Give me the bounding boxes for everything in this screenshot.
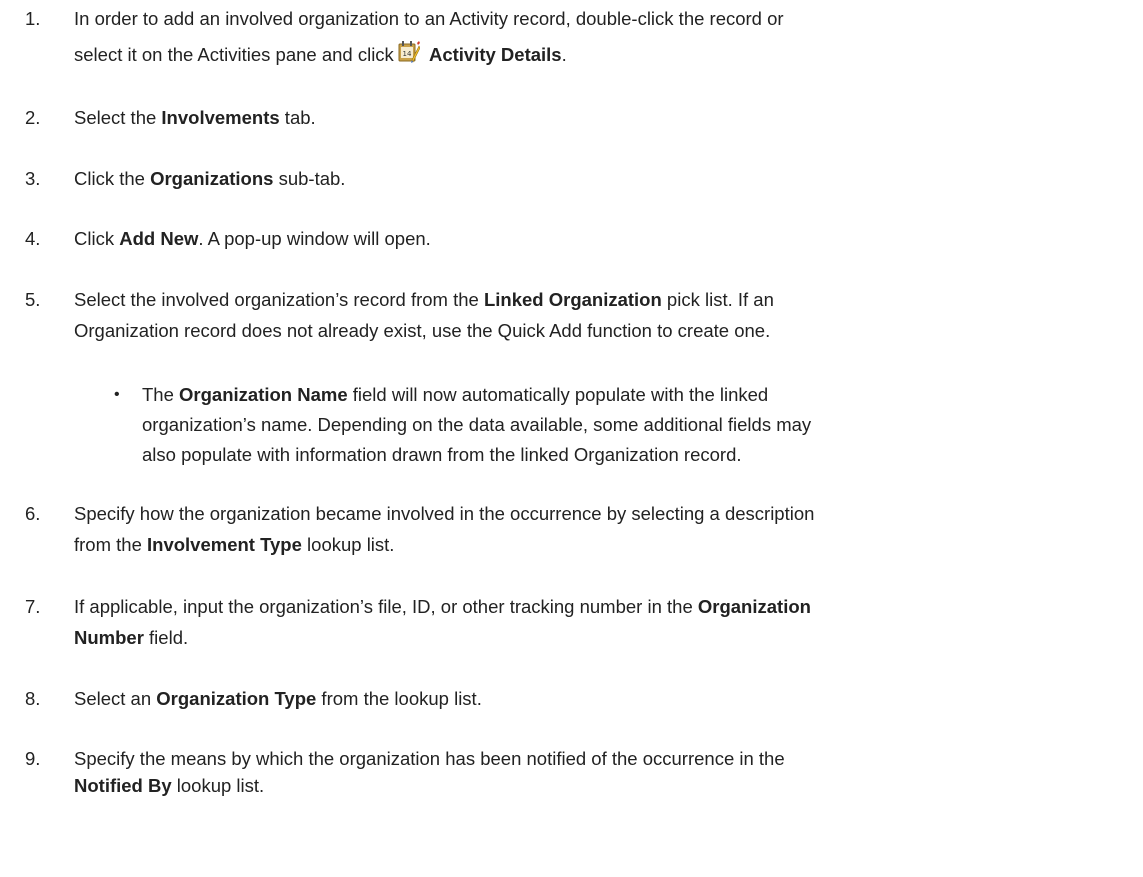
step-text-span: Organization record does not already exi… <box>74 320 771 341</box>
step-line: Select an Organization Type from the loo… <box>74 685 1139 713</box>
step-number: 5. <box>25 289 41 310</box>
step-number: 7. <box>25 596 41 617</box>
step-number: 3. <box>25 168 41 189</box>
step-line: Organization record does not already exi… <box>74 317 1139 345</box>
step-text-span: Select the <box>74 107 162 128</box>
step-text-span: lookup list. <box>301 534 395 555</box>
step-line: In order to add an involved organization… <box>74 5 1139 33</box>
bold-term: Involvements <box>161 107 280 128</box>
step-text-span: tab. <box>279 107 316 128</box>
bold-term: Organization Name <box>179 384 348 405</box>
step-text: Select the involved organization’s recor… <box>74 286 1139 345</box>
step-text: Select the Involvements tab. <box>74 104 1139 132</box>
step-line: select it on the Activities pane and cli… <box>74 40 1139 69</box>
bullet-text-span: The <box>142 384 180 405</box>
step-text: Select an Organization Type from the loo… <box>74 685 1139 713</box>
bullet-line: organization’s name. Depending on the da… <box>142 410 1132 440</box>
bold-term: Involvement Type <box>147 534 302 555</box>
step-number: 6. <box>25 503 41 524</box>
step-line: from the Involvement Type lookup list. <box>74 531 1139 559</box>
bullet-dot: • <box>114 386 120 403</box>
bullet-line: also populate with information drawn fro… <box>142 440 1132 470</box>
bold-term: Activity Details <box>428 44 562 65</box>
step-text-span: lookup list. <box>171 775 265 796</box>
step-text-span: Click the <box>74 168 151 189</box>
step-text: Specify the means by which the organizat… <box>74 745 1139 800</box>
step-text-span: sub-tab. <box>273 168 346 189</box>
bullet-line: The Organization Name field will now aut… <box>142 380 1132 410</box>
step-text: Click the Organizations sub-tab. <box>74 165 1139 193</box>
step-text-span: Select an <box>74 688 157 709</box>
step-text-span: from the <box>74 534 147 555</box>
step-line: Click the Organizations sub-tab. <box>74 165 1139 193</box>
bullet-text-span: field will now automatically populate wi… <box>347 384 769 405</box>
step-number: 2. <box>25 107 41 128</box>
bold-term: Notified By <box>74 775 172 796</box>
bold-term: Organizations <box>150 168 274 189</box>
step-text-span: Click <box>74 228 120 249</box>
bold-term: Add New <box>119 228 199 249</box>
step-text-span: Select the involved organization’s recor… <box>74 289 484 310</box>
bold-term: Organization Type <box>156 688 317 709</box>
step-text-span: select it on the Activities pane and cli… <box>74 44 394 65</box>
calendar-pencil-icon: 14 <box>398 40 420 64</box>
step-line: Select the involved organization’s recor… <box>74 286 1139 314</box>
svg-text:14: 14 <box>402 50 411 58</box>
bold-term: Number <box>74 627 144 648</box>
step-line: Specify the means by which the organizat… <box>74 745 1139 773</box>
step-line: Notified By lookup list. <box>74 772 1139 800</box>
step-text: In order to add an involved organization… <box>74 5 1139 69</box>
step-text-span: If applicable, input the organization’s … <box>74 596 698 617</box>
step-line: Select the Involvements tab. <box>74 104 1139 132</box>
bullet-text: The Organization Name field will now aut… <box>142 380 1132 470</box>
step-text-span: . <box>561 44 567 65</box>
step-text-span: Specify the means by which the organizat… <box>74 748 785 769</box>
step-line: Click Add New. A pop-up window will open… <box>74 225 1139 253</box>
step-text: If applicable, input the organization’s … <box>74 593 1139 652</box>
step-number: 1. <box>25 8 41 29</box>
bullet-text-span: also populate with information drawn fro… <box>142 444 742 465</box>
step-number: 9. <box>25 748 41 769</box>
step-line: Specify how the organization became invo… <box>74 500 1139 528</box>
step-line: Number field. <box>74 624 1139 652</box>
step-text-span: field. <box>143 627 189 648</box>
step-text-span: . A pop-up window will open. <box>198 228 431 249</box>
bullet-text-span: organization’s name. Depending on the da… <box>142 414 812 435</box>
step-number: 8. <box>25 688 41 709</box>
step-text-span: In order to add an involved organization… <box>74 8 784 29</box>
step-text: Specify how the organization became invo… <box>74 500 1139 559</box>
step-number: 4. <box>25 228 41 249</box>
step-text-span: pick list. If an <box>661 289 774 310</box>
bold-term: Organization <box>697 596 811 617</box>
step-text-span: from the lookup list. <box>316 688 482 709</box>
step-line: If applicable, input the organization’s … <box>74 593 1139 621</box>
step-text: Click Add New. A pop-up window will open… <box>74 225 1139 253</box>
step-text-span: Specify how the organization became invo… <box>74 503 815 524</box>
bold-term: Linked Organization <box>483 289 662 310</box>
